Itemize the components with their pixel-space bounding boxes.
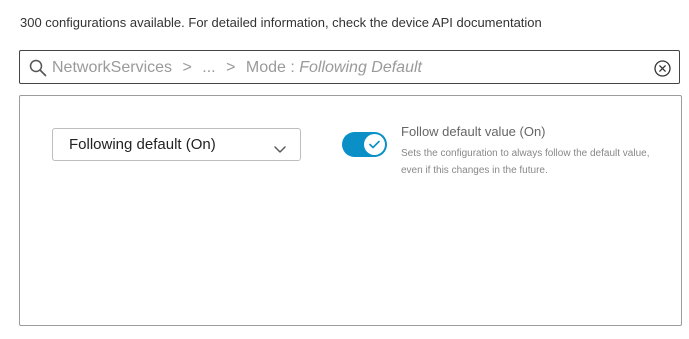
search-icon — [29, 59, 47, 77]
mode-label: Mode : — [245, 59, 295, 76]
toggle-knob — [364, 134, 385, 155]
path-separator: > — [226, 59, 236, 76]
search-path[interactable]: NetworkServices > ... > Mode : Following… — [52, 59, 422, 77]
default-mode-select[interactable]: Following default (On) — [52, 128, 301, 161]
setting-description: Sets the configuration to always follow … — [401, 148, 650, 176]
setting-title: Follow default value (On) — [401, 124, 546, 139]
info-text: 300 configurations available. For detail… — [20, 15, 542, 30]
check-icon — [369, 140, 380, 149]
clear-circle-icon[interactable] — [654, 60, 671, 77]
chevron-down-icon — [274, 141, 286, 153]
path-root[interactable]: NetworkServices — [52, 59, 172, 77]
path-separator: > — [182, 59, 192, 76]
follow-default-toggle[interactable] — [342, 132, 387, 157]
select-value: Following default (On) — [69, 136, 216, 153]
path-ellipsis[interactable]: ... — [202, 59, 215, 77]
mode-value: Following Default — [299, 59, 422, 76]
setting-panel: Following default (On) Follow default va… — [19, 95, 682, 326]
search-bar[interactable]: NetworkServices > ... > Mode : Following… — [19, 50, 680, 84]
